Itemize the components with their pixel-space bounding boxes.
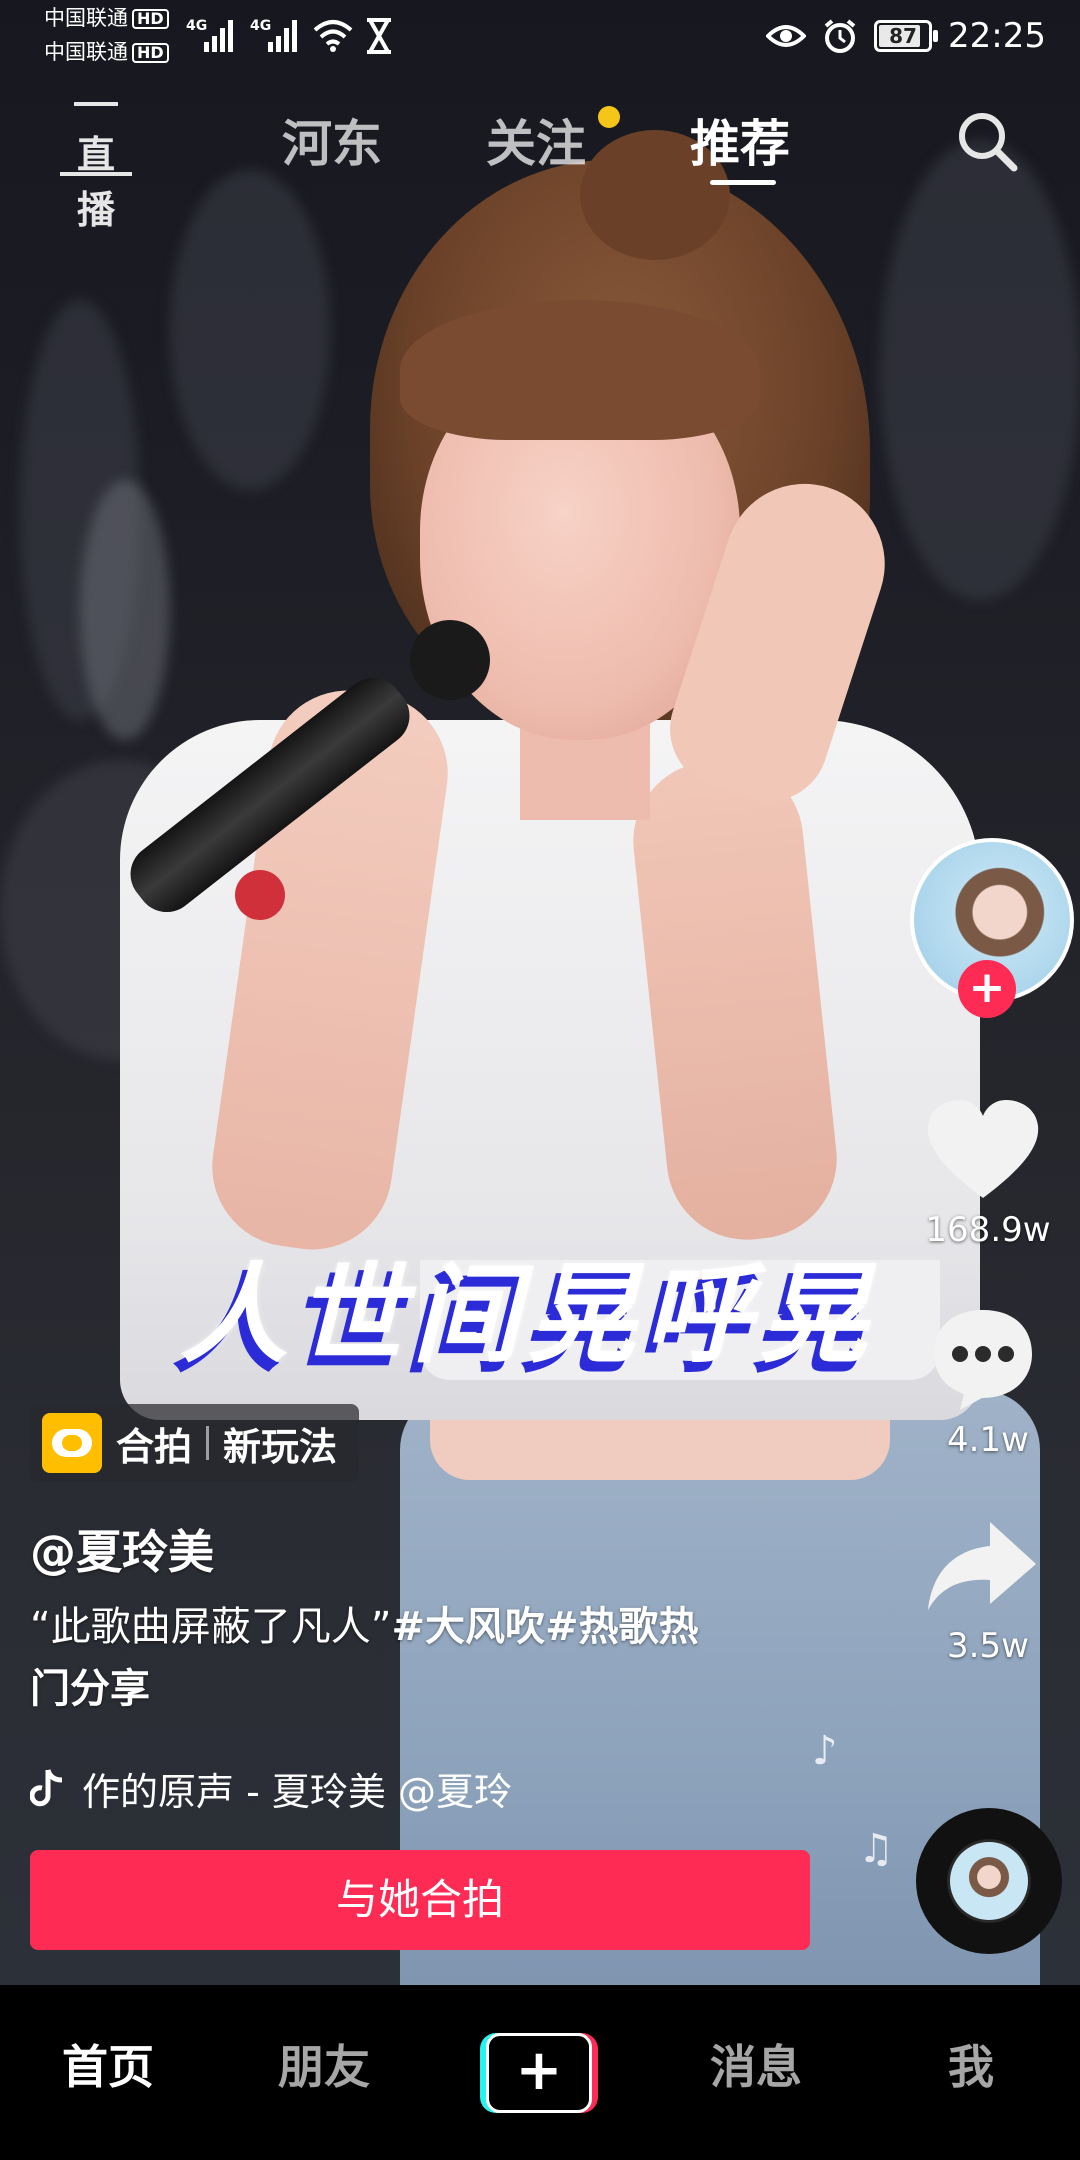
hashtag-continuation[interactable]: 门分享: [30, 1666, 150, 1712]
eye-comfort-icon: [766, 25, 807, 47]
music-note-icon: ♪: [812, 1728, 838, 1774]
author-name[interactable]: @夏玲美: [30, 1516, 214, 1582]
battery-icon: 87: [874, 20, 939, 52]
hourglass-icon: [367, 18, 391, 54]
comment-icon[interactable]: [920, 1304, 1046, 1414]
follow-button[interactable]: +: [958, 960, 1016, 1018]
signal-icon: [204, 18, 236, 52]
search-icon[interactable]: [956, 110, 1018, 172]
share-icon[interactable]: [920, 1512, 1046, 1622]
duet-logo-icon: [42, 1413, 102, 1473]
duet-badge[interactable]: 合拍 新玩法: [30, 1404, 360, 1482]
crowd-silhouette: [80, 480, 170, 740]
plus-icon: +: [515, 2038, 563, 2103]
carrier-2: 中国联通 HD: [44, 40, 169, 64]
video-caption: “此歌曲屏蔽了凡人”#大风吹#热歌热 门分享: [30, 1596, 770, 1720]
share-count: 3.5w: [947, 1626, 1029, 1666]
lyric-subtitle: 人世间晃呼晃: [180, 1252, 877, 1378]
top-nav: 直播 河东 关注 推荐: [0, 92, 1080, 232]
live-icon[interactable]: 直播: [60, 102, 132, 232]
music-disc-cover: [950, 1842, 1028, 1920]
notification-dot: [598, 106, 620, 128]
music-info[interactable]: 作的原声 - 夏玲美 @夏玲: [30, 1760, 570, 1816]
status-bar: 中国联通 HD 中国联通 HD 4G 4G 87 22:25: [0, 0, 1080, 72]
nav-friends[interactable]: 朋友: [278, 2031, 370, 2097]
nav-home[interactable]: 首页: [62, 2031, 154, 2097]
hashtag[interactable]: #热歌热: [545, 1604, 699, 1650]
alarm-icon: [824, 19, 856, 53]
tiktok-note-icon: [30, 1769, 63, 1807]
signal-icon: [268, 18, 300, 52]
divider: [206, 1426, 210, 1460]
carrier-1: 中国联通 HD: [44, 6, 169, 30]
nav-messages[interactable]: 消息: [710, 2031, 802, 2097]
like-icon[interactable]: [920, 1096, 1046, 1206]
like-count: 168.9w: [925, 1210, 1051, 1250]
tab-following[interactable]: 关注: [486, 104, 586, 176]
comment-count: 4.1w: [947, 1420, 1029, 1460]
music-note-icon: ♫: [858, 1826, 894, 1872]
duet-badge-label: 合拍: [116, 1424, 193, 1469]
hashtag[interactable]: #大风吹: [391, 1604, 545, 1650]
bottom-nav: 首页 朋友 + 消息 我: [0, 1985, 1080, 2160]
nav-me[interactable]: 我: [948, 2031, 994, 2097]
create-button[interactable]: +: [480, 2033, 598, 2113]
tab-recommended[interactable]: 推荐: [690, 104, 790, 176]
crowd-silhouette: [170, 170, 330, 490]
wifi-icon: [313, 20, 353, 52]
music-title: 作的原声 - 夏玲美 @夏玲: [82, 1769, 512, 1814]
tab-local[interactable]: 河东: [282, 104, 382, 176]
caption-text: “此歌曲屏蔽了凡人”: [30, 1604, 392, 1650]
new-feature-label: 新玩法: [223, 1424, 338, 1469]
clock: 22:25: [948, 16, 1046, 56]
active-tab-indicator: [710, 180, 776, 185]
crowd-silhouette: [880, 140, 1080, 600]
duet-with-her-button[interactable]: 与她合拍: [30, 1850, 810, 1950]
